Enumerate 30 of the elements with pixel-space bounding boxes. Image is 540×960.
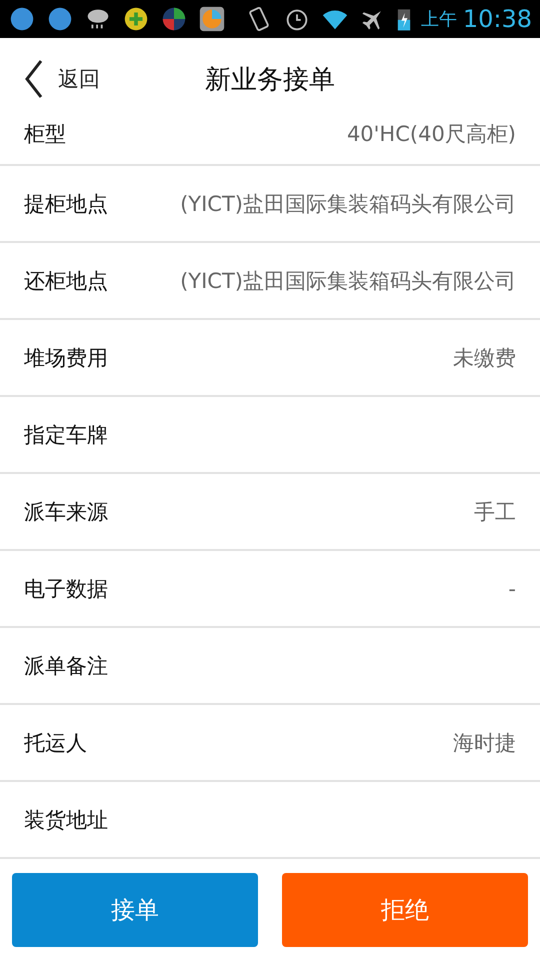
app-icon <box>160 5 188 33</box>
field-label: 电子数据 <box>24 576 108 602</box>
plus-shield-icon <box>122 5 150 33</box>
field-label: 提柜地点 <box>24 190 108 218</box>
field-label: 装货地址 <box>24 806 108 834</box>
field-value: (YICT)盐田国际集装箱码头有限公司 <box>180 268 516 294</box>
back-button[interactable]: 返回 <box>0 59 100 99</box>
app-icon <box>46 5 74 33</box>
status-ampm: 上午 <box>420 8 457 31</box>
field-value: (YICT)盐田国际集装箱码头有限公司 <box>180 190 516 218</box>
field-label: 还柜地点 <box>24 268 108 294</box>
app-icon <box>198 5 226 33</box>
field-label: 派单备注 <box>24 652 108 680</box>
accept-button[interactable]: 接单 <box>12 873 258 947</box>
field-label: 托运人 <box>24 730 87 756</box>
field-value: 40'HC(40尺高柜) <box>346 121 516 148</box>
app-icon <box>8 5 36 33</box>
field-label: 指定车牌 <box>24 422 108 448</box>
field-label: 柜型 <box>24 121 66 148</box>
chevron-left-icon <box>24 59 44 99</box>
field-value: - <box>508 576 516 600</box>
field-value: 海时捷 <box>453 730 516 756</box>
field-label: 堆场费用 <box>24 344 108 372</box>
reject-button[interactable]: 拒绝 <box>282 873 528 947</box>
page-title: 新业务接单 <box>205 64 335 96</box>
back-label: 返回 <box>58 66 100 93</box>
field-label: 派车来源 <box>24 498 108 526</box>
status-time: 10:38 <box>462 5 532 33</box>
field-value: 手工 <box>474 498 516 526</box>
field-value: 未缴费 <box>453 344 516 372</box>
